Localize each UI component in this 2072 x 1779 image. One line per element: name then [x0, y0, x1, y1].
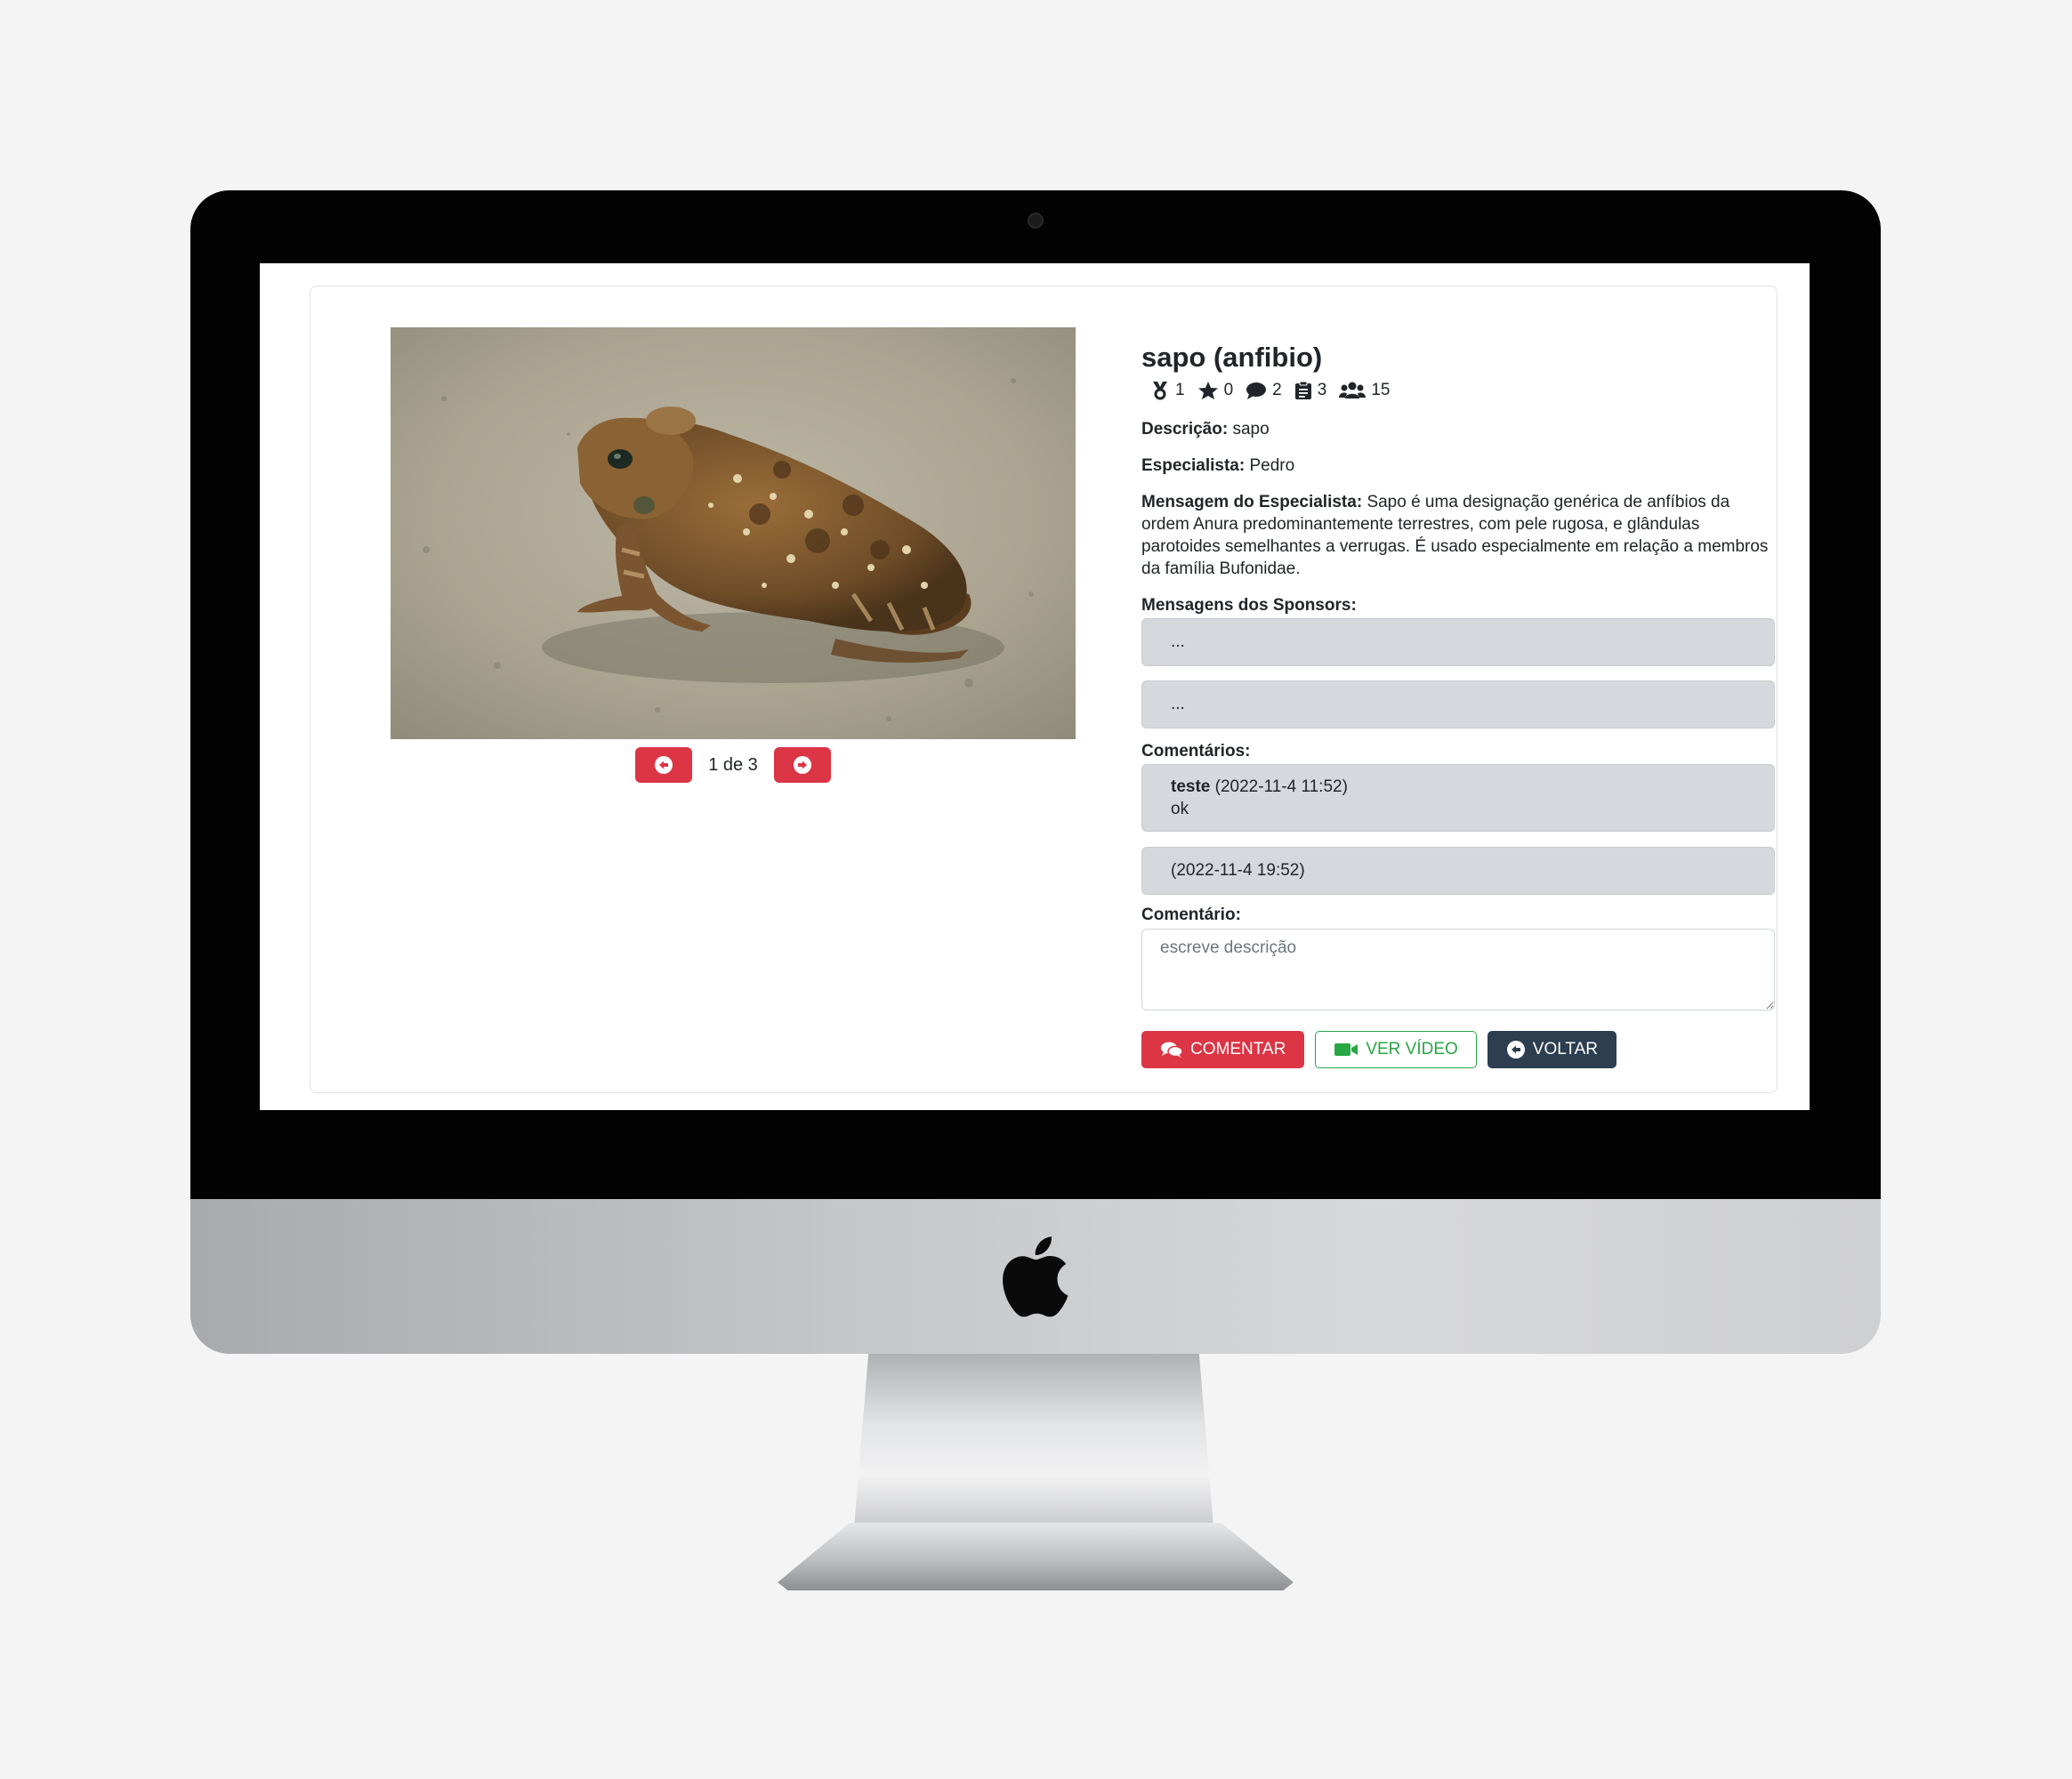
especialista-value: Pedro: [1249, 456, 1295, 475]
stat-comments-value: 2: [1272, 381, 1282, 399]
comentar-button-label: COMENTAR: [1190, 1040, 1286, 1059]
stat-medals-value: 1: [1175, 381, 1185, 399]
pager-label: 1 de 3: [708, 754, 758, 775]
apple-logo-icon: [1003, 1236, 1068, 1317]
arrow-right-circle-icon: [793, 756, 811, 774]
clipboard-icon: [1294, 381, 1311, 399]
comentario-heading: Comentário:: [1141, 904, 1775, 926]
users-icon: [1339, 382, 1367, 398]
previous-image-button[interactable]: [635, 747, 693, 783]
comment-textarea[interactable]: [1141, 929, 1775, 1010]
stat-reports-value: 3: [1317, 381, 1327, 399]
especialista-label: Especialista:: [1141, 456, 1246, 475]
arrow-left-circle-icon: [1506, 1041, 1525, 1059]
sponsor-message: ...: [1141, 680, 1775, 729]
sponsors-label: Mensagens dos Sponsors:: [1141, 596, 1357, 615]
comentarios-heading: Comentários:: [1141, 740, 1775, 762]
stat-medals: 1: [1150, 381, 1185, 400]
stat-reports: 3: [1294, 381, 1327, 400]
especialista-field: Especialista: Pedro: [1141, 455, 1775, 477]
descricao-label: Descrição:: [1141, 420, 1229, 439]
medal-icon: [1153, 382, 1167, 400]
sponsor-message: ...: [1141, 618, 1775, 666]
sponsors-heading: Mensagens dos Sponsors:: [1141, 594, 1775, 616]
stat-stars: 0: [1197, 381, 1234, 400]
stat-users: 15: [1339, 381, 1390, 400]
comment-text: ok: [1171, 800, 1189, 818]
animal-photo: [391, 327, 1076, 739]
comment-author: teste: [1171, 777, 1211, 796]
stat-stars-value: 0: [1223, 381, 1234, 399]
action-buttons: COMENTAR VER VÍDEO VOLTAR: [1141, 1031, 1616, 1068]
descricao-value: sapo: [1232, 420, 1270, 439]
comentarios-label: Comentários:: [1141, 742, 1251, 761]
comment-header: teste (2022-11-4 11:52): [1171, 776, 1745, 798]
next-image-button[interactable]: [773, 747, 831, 783]
comment-date: (2022-11-4 19:52): [1171, 861, 1305, 880]
mensagem-especialista-label: Mensagem do Especialista:: [1141, 493, 1363, 511]
camera-icon: [1028, 213, 1044, 229]
monitor-stand-foot: [778, 1523, 1294, 1590]
detail-card: 1 de 3 sapo (anfibio) 1 0 2 3 15 Descriç…: [310, 286, 1778, 1093]
comment-date: (2022-11-4 11:52): [1214, 777, 1348, 796]
mensagem-especialista-field: Mensagem do Especialista: Sapo é uma des…: [1141, 491, 1775, 580]
comment-item: teste (2022-11-4 11:52) ok: [1141, 764, 1775, 832]
ver-video-button-label: VER VÍDEO: [1366, 1040, 1458, 1059]
arrow-left-circle-icon: [655, 756, 673, 774]
voltar-button-label: VOLTAR: [1532, 1040, 1598, 1059]
video-camera-icon: [1334, 1043, 1358, 1056]
ver-video-button[interactable]: VER VÍDEO: [1315, 1031, 1477, 1068]
comments-icon: [1161, 1042, 1183, 1058]
comment-item: (2022-11-4 19:52): [1141, 847, 1775, 895]
stat-users-value: 15: [1371, 381, 1391, 399]
voltar-button[interactable]: VOLTAR: [1487, 1031, 1616, 1068]
screen: 1 de 3 sapo (anfibio) 1 0 2 3 15 Descriç…: [260, 263, 1810, 1110]
stats-row: 1 0 2 3 15: [1150, 381, 1390, 400]
page-title: sapo (anfibio): [1141, 342, 1323, 373]
comment-icon: [1246, 382, 1267, 399]
stat-comments: 2: [1246, 381, 1282, 400]
sponsor-message-text: ...: [1171, 632, 1185, 651]
descricao-field: Descrição: sapo: [1141, 418, 1775, 440]
comentar-button[interactable]: COMENTAR: [1141, 1031, 1305, 1068]
comentario-label: Comentário:: [1141, 906, 1241, 924]
star-icon: [1197, 382, 1218, 399]
monitor-stand-neck: [854, 1354, 1213, 1527]
image-pager: 1 de 3: [391, 746, 1076, 784]
sponsor-message-text: ...: [1171, 695, 1185, 713]
